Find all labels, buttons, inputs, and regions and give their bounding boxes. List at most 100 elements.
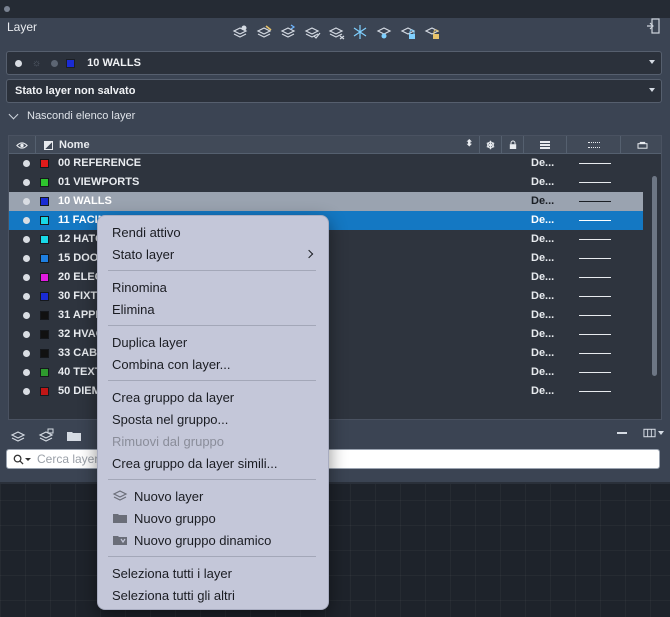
layer-color-swatch[interactable] <box>40 311 49 320</box>
hide-layer-list-toggle[interactable]: Nascondi elenco layer <box>8 109 135 122</box>
new-layer-icon[interactable] <box>8 426 28 446</box>
menu-item-move-to-group[interactable]: Sposta nel gruppo... <box>112 409 228 429</box>
table-row[interactable]: 01 VIEWPORTS De... <box>9 173 643 192</box>
visibility-icon[interactable] <box>23 388 30 395</box>
layer-color-swatch[interactable] <box>40 330 49 339</box>
layer-lock-icon[interactable] <box>398 22 418 42</box>
linetype-value[interactable]: De... <box>531 214 554 226</box>
lock-column-header[interactable] <box>502 136 524 154</box>
plot-column-header[interactable] <box>621 136 661 154</box>
current-layer-name: 10 WALLS <box>87 57 141 69</box>
layer-freeze-icon[interactable] <box>350 22 370 42</box>
layer-color-swatch[interactable] <box>40 368 49 377</box>
layer-previous-icon[interactable] <box>278 22 298 42</box>
menu-item-merge-layer[interactable]: Combina con layer... <box>112 354 231 374</box>
columns-menu-icon[interactable] <box>643 428 664 438</box>
lineweight-line[interactable] <box>579 258 611 259</box>
visibility-icon[interactable] <box>23 312 30 319</box>
linetype-value[interactable]: De... <box>531 271 554 283</box>
layer-color-swatch[interactable] <box>40 387 49 396</box>
layer-color-swatch[interactable] <box>40 197 49 206</box>
menu-item-set-current[interactable]: Rendi attivo <box>112 222 181 242</box>
lineweight-line[interactable] <box>579 353 611 354</box>
menu-item-new-layer[interactable]: Nuovo layer <box>112 486 203 506</box>
visibility-icon[interactable] <box>23 293 30 300</box>
current-layer-dropdown[interactable]: ☼ 10 WALLS <box>6 51 662 75</box>
lineweight-line[interactable] <box>579 296 611 297</box>
drag-grip-icon[interactable] <box>4 6 10 12</box>
menu-item-new-group[interactable]: Nuovo gruppo <box>112 508 216 528</box>
menu-item-create-group-from-similar[interactable]: Crea gruppo da layer simili... <box>112 453 277 473</box>
layer-match-icon[interactable] <box>254 22 274 42</box>
lineweight-line[interactable] <box>579 277 611 278</box>
visibility-icon[interactable] <box>23 160 30 167</box>
dock-panel-icon[interactable] <box>646 18 660 34</box>
linetype-value[interactable]: De... <box>531 385 554 397</box>
lineweight-line[interactable] <box>579 315 611 316</box>
linetype-value[interactable]: De... <box>531 290 554 302</box>
minus-icon[interactable] <box>617 432 627 434</box>
lineweight-line[interactable] <box>579 334 611 335</box>
layer-color-swatch[interactable] <box>40 292 49 301</box>
layer-properties-icon[interactable] <box>230 22 250 42</box>
menu-item-select-all-others[interactable]: Seleziona tutti gli altri <box>112 585 235 605</box>
linetype-value[interactable]: De... <box>531 347 554 359</box>
visibility-icon[interactable] <box>23 274 30 281</box>
linetype-value[interactable]: De... <box>531 176 554 188</box>
linetype-value[interactable]: De... <box>531 366 554 378</box>
table-scrollbar[interactable] <box>652 176 657 376</box>
menu-item-new-dynamic-group[interactable]: Nuovo gruppo dinamico <box>112 530 271 550</box>
lineweight-line[interactable] <box>579 220 611 221</box>
visibility-icon[interactable] <box>23 255 30 262</box>
name-column-header[interactable]: Nome ⬍ <box>36 136 480 154</box>
visibility-icon[interactable] <box>23 350 30 357</box>
layer-color-swatch[interactable] <box>40 216 49 225</box>
layer-isolate-icon[interactable] <box>302 22 322 42</box>
layer-color-swatch[interactable] <box>40 235 49 244</box>
layer-color-swatch[interactable] <box>40 254 49 263</box>
lineweight-line[interactable] <box>579 163 611 164</box>
visibility-icon[interactable] <box>23 217 30 224</box>
layer-color-swatch[interactable] <box>40 178 49 187</box>
menu-item-delete[interactable]: Elimina <box>112 299 155 319</box>
visibility-column-header[interactable] <box>9 136 36 154</box>
visibility-icon[interactable] <box>23 369 30 376</box>
table-row[interactable]: 00 REFERENCE De... <box>9 154 643 173</box>
linetype-value[interactable]: De... <box>531 252 554 264</box>
layer-off-icon[interactable] <box>374 22 394 42</box>
menu-separator <box>108 556 316 557</box>
new-layer-vp-frozen-icon[interactable] <box>36 426 56 446</box>
lineweight-line[interactable] <box>579 201 611 202</box>
lineweight-line[interactable] <box>579 239 611 240</box>
lineweight-column-header[interactable] <box>567 136 621 154</box>
layer-unisolate-icon[interactable] <box>326 22 346 42</box>
linetype-value[interactable]: De... <box>531 233 554 245</box>
new-group-folder-icon[interactable] <box>64 426 84 446</box>
layer-color-swatch[interactable] <box>40 273 49 282</box>
menu-item-duplicate-layer[interactable]: Duplica layer <box>112 332 187 352</box>
layer-unlock-icon[interactable] <box>422 22 442 42</box>
table-row[interactable]: 10 WALLS De... <box>9 192 643 211</box>
freeze-column-header[interactable]: ❄ <box>480 136 502 154</box>
linetype-value[interactable]: De... <box>531 157 554 169</box>
layer-name: 01 VIEWPORTS <box>58 176 140 188</box>
layer-color-swatch[interactable] <box>40 349 49 358</box>
linetype-value[interactable]: De... <box>531 195 554 207</box>
menu-item-layer-state[interactable]: Stato layer <box>112 244 316 264</box>
menu-item-rename[interactable]: Rinomina <box>112 277 167 297</box>
visibility-icon[interactable] <box>23 179 30 186</box>
visibility-icon[interactable] <box>23 331 30 338</box>
linetype-column-header[interactable] <box>524 136 567 154</box>
lineweight-line[interactable] <box>579 391 611 392</box>
menu-item-select-all-layers[interactable]: Seleziona tutti i layer <box>112 563 232 583</box>
menu-item-create-group-from-layer[interactable]: Crea gruppo da layer <box>112 387 234 407</box>
layer-color-swatch[interactable] <box>40 159 49 168</box>
sort-icon: ⬍ <box>465 138 473 148</box>
visibility-icon[interactable] <box>23 198 30 205</box>
lineweight-line[interactable] <box>579 372 611 373</box>
linetype-value[interactable]: De... <box>531 309 554 321</box>
visibility-icon[interactable] <box>23 236 30 243</box>
lineweight-line[interactable] <box>579 182 611 183</box>
layer-state-dropdown[interactable]: Stato layer non salvato <box>6 79 662 103</box>
linetype-value[interactable]: De... <box>531 328 554 340</box>
